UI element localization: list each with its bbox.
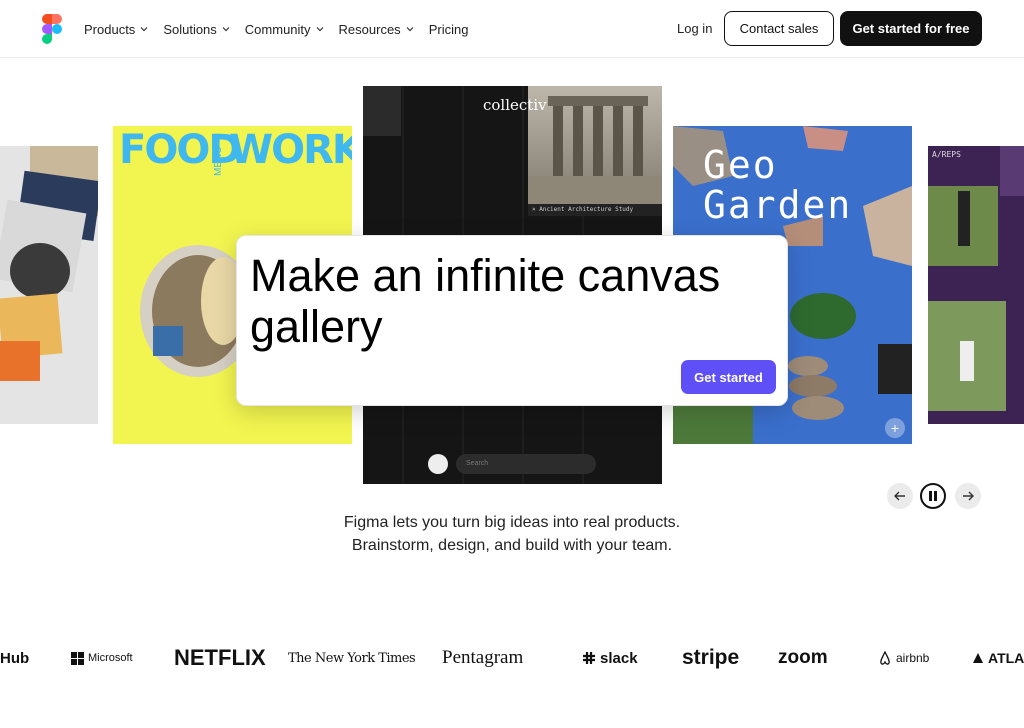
chevron-down-icon: [316, 27, 323, 32]
carousel-pause-button[interactable]: [920, 483, 946, 509]
nav-item-label: Solutions: [163, 21, 217, 37]
atlassian-logo: ATLA: [972, 640, 1024, 676]
carousel-card-areps[interactable]: A/REPS: [928, 146, 1024, 424]
microsoft-squares-icon: [71, 651, 84, 665]
nav-item-label: Products: [84, 21, 136, 37]
nav-products[interactable]: Products: [84, 22, 149, 37]
nav-item-label: Community: [244, 21, 311, 37]
carousel-prev-button[interactable]: [887, 483, 913, 509]
chevron-down-icon: [406, 27, 414, 32]
nyt-logo: The New York Times: [288, 650, 416, 666]
zoom-logo: zoom: [778, 647, 828, 668]
airbnb-text: airbnb: [896, 651, 930, 665]
ancient-label: × Ancient Architecture Study: [528, 204, 662, 216]
slack-hash-icon: [583, 652, 595, 664]
ancient-architecture-photo: [528, 86, 662, 216]
geo-title-line1: Geo: [703, 143, 778, 187]
nav-menu: Products Solutions Community Resources P…: [84, 0, 468, 58]
chevron-down-icon: [140, 27, 148, 32]
airbnb-icon: [880, 651, 890, 665]
areps-image: [928, 146, 1024, 411]
geo-garden-title: Geo Garden: [703, 143, 853, 227]
tagline-line1: Figma lets you turn big ideas into real …: [343, 514, 681, 531]
microsoft-text: Microsoft: [88, 652, 133, 664]
menu-icon[interactable]: [428, 454, 448, 474]
chevron-down-icon: [222, 27, 230, 32]
get-started-free-button[interactable]: Get started for free: [840, 11, 982, 46]
pentagram-logo: Pentagram: [442, 647, 524, 668]
atlassian-icon: [973, 653, 983, 663]
airbnb-logo: airbnb: [878, 640, 929, 676]
carousel-card-left[interactable]: [0, 146, 98, 424]
slack-logo: slack: [582, 640, 638, 676]
nav-item-label: Resources: [338, 21, 401, 37]
hero-title: Make an infinite canvas gallery: [250, 250, 721, 352]
arrow-right-icon: [963, 491, 974, 501]
areps-label: A/REPS: [932, 150, 961, 159]
tagline-line2: Brainstorm, design, and build with your …: [351, 537, 673, 554]
tagline: Figma lets you turn big ideas into real …: [312, 511, 712, 557]
nav-item-label: Pricing: [428, 21, 469, 37]
geo-title-line2: Garden: [703, 182, 853, 227]
customer-logo-strip: Hub Microsoft NETFLIX The New York Times…: [0, 640, 1024, 676]
figma-logo-icon[interactable]: [42, 14, 62, 44]
hero-prompt-card: Make an infinite canvas gallery Get star…: [236, 235, 788, 406]
atlassian-text: ATLA: [988, 650, 1024, 666]
slack-text: slack: [600, 649, 638, 667]
carousel-next-button[interactable]: [955, 483, 981, 509]
collectiv-search-input[interactable]: Search: [456, 454, 596, 474]
top-nav: Products Solutions Community Resources P…: [0, 0, 1024, 58]
get-started-button[interactable]: Get started: [681, 360, 776, 394]
collage-image: [0, 146, 98, 381]
microsoft-logo: Microsoft: [71, 640, 133, 676]
netflix-logo: NETFLIX: [174, 645, 266, 670]
login-link[interactable]: Log in: [677, 21, 712, 36]
nav-solutions[interactable]: Solutions: [163, 22, 230, 37]
plus-icon[interactable]: +: [885, 418, 905, 438]
nav-pricing[interactable]: Pricing: [429, 22, 469, 37]
github-logo: Hub: [0, 649, 30, 667]
pause-icon: [929, 491, 937, 501]
collectiv-wordmark: collectiv: [483, 96, 547, 114]
nav-resources[interactable]: Resources: [339, 22, 415, 37]
columns-image: [528, 96, 662, 204]
contact-sales-button[interactable]: Contact sales: [724, 11, 834, 46]
nav-community[interactable]: Community: [245, 22, 325, 37]
stripe-logo: stripe: [682, 646, 740, 669]
arrow-left-icon: [894, 491, 905, 501]
